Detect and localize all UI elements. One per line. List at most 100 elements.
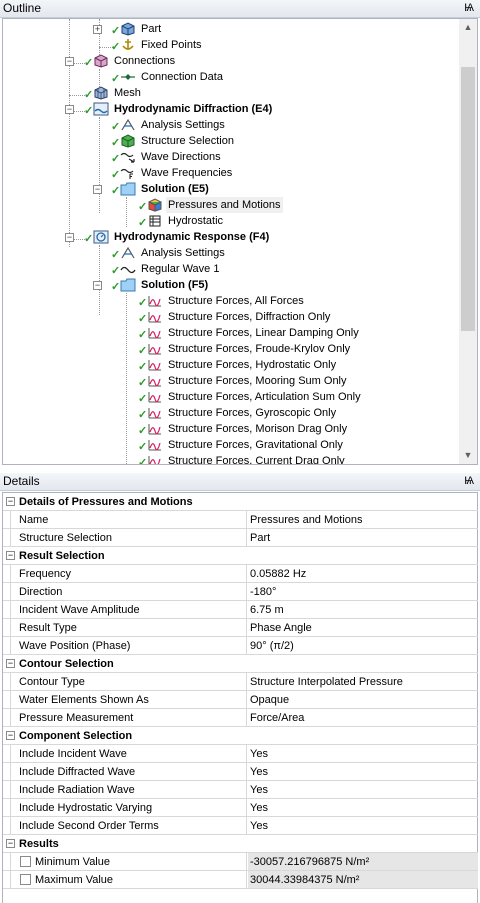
collapse-icon[interactable]: − <box>65 233 74 242</box>
collapse-icon[interactable]: − <box>65 57 74 66</box>
table-icon <box>149 215 161 227</box>
collapse-icon[interactable]: − <box>93 281 102 290</box>
details-row[interactable]: Include Second Order Terms Yes <box>3 817 478 835</box>
tree-item-structure-forces[interactable]: ✓ Structure Forces, Froude-Krylov Only <box>3 341 459 357</box>
tree-item-structure-selection[interactable]: ✓ Structure Selection <box>3 133 459 149</box>
details-group-header[interactable]: − Contour Selection <box>3 655 478 673</box>
tree-item-analysis-settings[interactable]: ✓ Analysis Settings <box>3 117 459 133</box>
details-row[interactable]: Water Elements Shown As Opaque <box>3 691 478 709</box>
property-value[interactable]: Pressures and Motions <box>250 511 363 529</box>
details-row[interactable]: Direction -180° <box>3 583 478 601</box>
tree-item-structure-forces[interactable]: ✓ Structure Forces, Hydrostatic Only <box>3 357 459 373</box>
tree-item-fixed-points[interactable]: ✓ Fixed Points <box>3 37 459 53</box>
collapse-icon[interactable]: − <box>93 185 102 194</box>
outline-title-bar: Outline Ѩ <box>0 0 480 18</box>
parameter-checkbox[interactable] <box>20 874 31 885</box>
outline-title: Outline <box>3 1 42 15</box>
tree-item-structure-forces[interactable]: ✓ Structure Forces, All Forces <box>3 293 459 309</box>
property-value[interactable]: Yes <box>250 817 268 835</box>
details-grid: − Details of Pressures and Motions Name … <box>2 492 478 903</box>
tree-item-analysis-settings-2[interactable]: ✓ Analysis Settings <box>3 245 459 261</box>
solution-folder-icon <box>120 182 136 196</box>
tree-item-label: Structure Selection <box>141 135 234 147</box>
property-value[interactable]: Phase Angle <box>250 619 312 637</box>
scroll-up-icon[interactable]: ▲ <box>459 19 477 36</box>
details-row[interactable]: Incident Wave Amplitude 6.75 m <box>3 601 478 619</box>
tree-item-structure-forces[interactable]: ✓ Structure Forces, Diffraction Only <box>3 309 459 325</box>
tree-item-connections[interactable]: − ✓ Connections <box>3 53 459 69</box>
tree-item-structure-forces[interactable]: ✓ Structure Forces, Articulation Sum Onl… <box>3 389 459 405</box>
scroll-down-icon[interactable]: ▼ <box>459 447 477 464</box>
property-value[interactable]: 6.75 m <box>250 601 284 619</box>
tree-item-pressures-and-motions[interactable]: ✓ Pressures and Motions <box>3 197 459 213</box>
collapse-icon[interactable]: − <box>6 659 15 668</box>
tree-item-structure-forces[interactable]: ✓ Structure Forces, Gravitational Only <box>3 437 459 453</box>
pin-icon[interactable]: Ѩ <box>464 473 474 490</box>
property-name: Include Incident Wave <box>19 745 247 762</box>
pressures-motions-icon <box>148 198 162 212</box>
details-row[interactable]: Include Incident Wave Yes <box>3 745 478 763</box>
scrollbar-thumb[interactable] <box>461 67 475 331</box>
parameter-checkbox[interactable] <box>20 856 31 867</box>
collapse-icon[interactable]: − <box>6 731 15 740</box>
details-row[interactable]: Pressure Measurement Force/Area <box>3 709 478 727</box>
wave-frequencies-icon <box>120 168 134 179</box>
details-row[interactable]: Maximum Value 30044.33984375 N/m² <box>3 871 478 889</box>
details-row[interactable]: Wave Position (Phase) 90° (π/2) <box>3 637 478 655</box>
tree-item-structure-forces[interactable]: ✓ Structure Forces, Current Drag Only <box>3 453 459 464</box>
mesh-icon <box>94 86 108 100</box>
property-value[interactable]: Force/Area <box>250 709 304 727</box>
property-value[interactable]: Yes <box>250 799 268 817</box>
property-name: Minimum Value <box>35 853 247 870</box>
collapse-icon[interactable]: − <box>6 497 15 506</box>
tree-item-wave-frequencies[interactable]: ✓ Wave Frequencies <box>3 165 459 181</box>
details-group-header[interactable]: − Result Selection <box>3 547 478 565</box>
tree-item-connection-data[interactable]: ✓ Connection Data <box>3 69 459 85</box>
details-row[interactable]: Structure Selection Part <box>3 529 478 547</box>
property-value[interactable]: Yes <box>250 745 268 763</box>
collapse-icon[interactable]: − <box>6 551 15 560</box>
property-value[interactable]: 90° (π/2) <box>250 637 294 655</box>
property-value[interactable]: -180° <box>250 583 276 601</box>
expand-icon[interactable]: + <box>93 25 102 34</box>
property-value[interactable]: Yes <box>250 781 268 799</box>
tree-item-hydrodynamic-response[interactable]: − ✓ Hydrodynamic Response (F4) <box>3 229 459 245</box>
tree-item-hydrostatic[interactable]: ✓ Hydrostatic <box>3 213 459 229</box>
tree-item-structure-forces[interactable]: ✓ Structure Forces, Gyroscopic Only <box>3 405 459 421</box>
details-row[interactable]: Contour Type Structure Interpolated Pres… <box>3 673 478 691</box>
property-value[interactable]: Opaque <box>250 691 289 709</box>
tree-item-structure-forces[interactable]: ✓ Structure Forces, Morison Drag Only <box>3 421 459 437</box>
pin-icon[interactable]: Ѩ <box>464 0 474 17</box>
collapse-icon[interactable]: − <box>6 839 15 848</box>
details-row[interactable]: Frequency 0.05882 Hz <box>3 565 478 583</box>
property-value[interactable]: Part <box>250 529 270 547</box>
connection-data-icon <box>121 74 135 80</box>
tree-item-hydrodynamic-diffraction[interactable]: − ✓ Hydrodynamic Diffraction (E4) <box>3 101 459 117</box>
details-row[interactable]: Include Radiation Wave Yes <box>3 781 478 799</box>
collapse-icon[interactable]: − <box>65 105 74 114</box>
tree-item-solution-f5[interactable]: − ✓ Solution (F5) <box>3 277 459 293</box>
property-value[interactable]: Structure Interpolated Pressure <box>250 673 403 691</box>
tree-item-label: Analysis Settings <box>141 247 225 259</box>
details-row[interactable]: Include Hydrostatic Varying Yes <box>3 799 478 817</box>
vertical-scrollbar[interactable]: ▲ ▼ <box>459 19 477 464</box>
tree-item-solution-e5[interactable]: − ✓ Solution (E5) <box>3 181 459 197</box>
details-row[interactable]: Name Pressures and Motions <box>3 511 478 529</box>
details-row[interactable]: Result Type Phase Angle <box>3 619 478 637</box>
details-row[interactable]: Minimum Value -30057.216796875 N/m² <box>3 853 478 871</box>
force-graph-icon <box>148 456 161 464</box>
details-group-header[interactable]: − Details of Pressures and Motions <box>3 493 478 511</box>
tree-item-wave-directions[interactable]: ✓ Wave Directions <box>3 149 459 165</box>
tree-item-structure-forces[interactable]: ✓ Structure Forces, Mooring Sum Only <box>3 373 459 389</box>
force-graph-icon <box>148 376 161 387</box>
details-group-header[interactable]: − Results <box>3 835 478 853</box>
details-row[interactable]: Include Diffracted Wave Yes <box>3 763 478 781</box>
tree-item-part[interactable]: + ✓ Part <box>3 21 459 37</box>
wave-directions-icon <box>120 152 135 163</box>
property-value[interactable]: 0.05882 Hz <box>250 565 306 583</box>
tree-item-mesh[interactable]: ✓ Mesh <box>3 85 459 101</box>
tree-item-regular-wave-1[interactable]: ✓ Regular Wave 1 <box>3 261 459 277</box>
property-value[interactable]: Yes <box>250 763 268 781</box>
details-group-header[interactable]: − Component Selection <box>3 727 478 745</box>
tree-item-structure-forces[interactable]: ✓ Structure Forces, Linear Damping Only <box>3 325 459 341</box>
